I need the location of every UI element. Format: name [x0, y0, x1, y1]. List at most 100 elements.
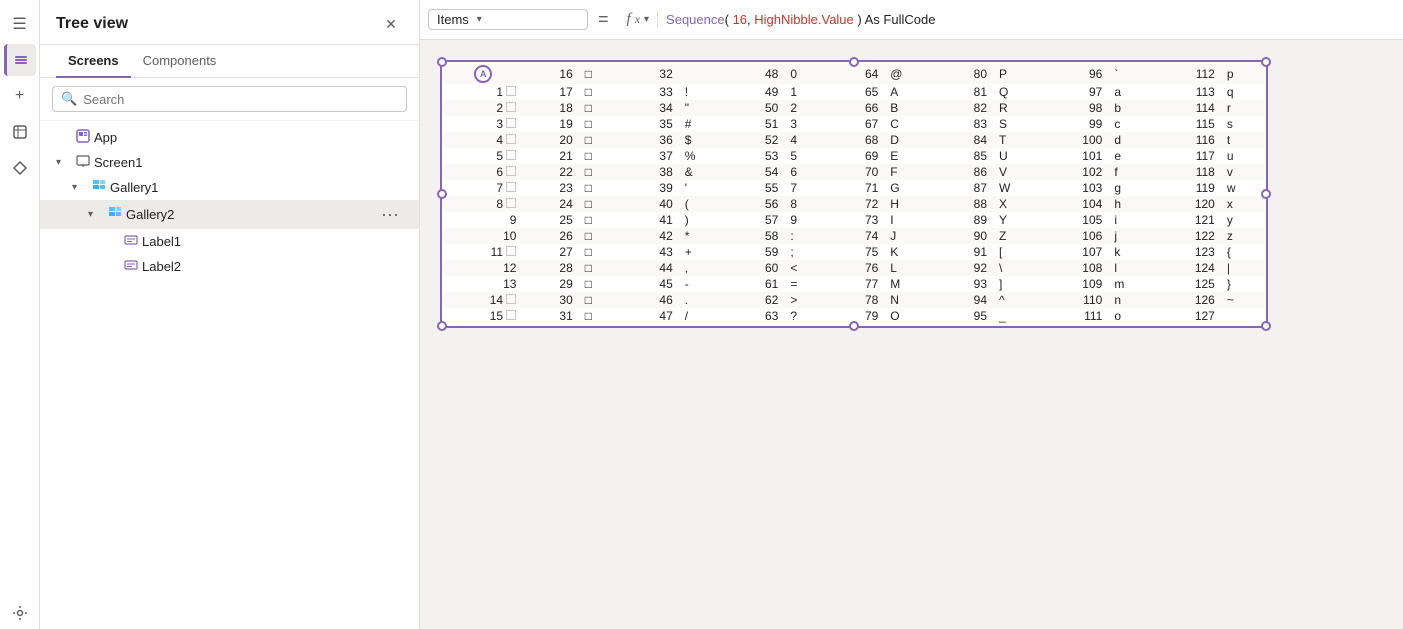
cell-char-col6-row7: g — [1108, 180, 1154, 196]
tree-close-button[interactable]: ✕ — [379, 12, 403, 36]
handle-bottom-center[interactable] — [849, 321, 859, 331]
tab-components[interactable]: Components — [131, 45, 229, 78]
more-options-button[interactable]: ··· — [377, 204, 403, 225]
cell-num-col4-row4: 68 — [826, 132, 884, 148]
cell-char-col7-row9: y — [1221, 212, 1264, 228]
tree-node-label1[interactable]: Label1 — [40, 229, 419, 254]
handle-top-left[interactable] — [437, 57, 447, 67]
cell-num-col2-row1: 33 — [620, 84, 678, 100]
cell-num-col1-row8: 24 — [520, 196, 578, 212]
cell-num-col4-row10: 74 — [826, 228, 884, 244]
tree-node-label2[interactable]: Label2 — [40, 254, 419, 279]
formula-paren-open: ( — [725, 12, 733, 27]
cell-num-col7-row2: 114 — [1154, 100, 1221, 116]
cell-char-col5-row15: _ — [993, 308, 1042, 324]
cell-char-col2-row10: * — [679, 228, 726, 244]
cell-char-col3-row11: ; — [784, 244, 826, 260]
cell-char-col5-row13: ] — [993, 276, 1042, 292]
formula-dropdown[interactable]: Items ▾ — [428, 9, 588, 30]
cell-char-col4-row9: I — [884, 212, 934, 228]
cell-char-col5-row6: V — [993, 164, 1042, 180]
cell-char-col2-row12: , — [679, 260, 726, 276]
hamburger-icon[interactable]: ☰ — [4, 8, 36, 40]
cell-char-col1-row12: □ — [579, 260, 621, 276]
row-cell-col0: 11 — [444, 244, 520, 260]
cell-char-col2-row8: ( — [679, 196, 726, 212]
tree-body: App ▾ Screen1 ▾ — [40, 121, 419, 629]
table-row: 4 20□36$52468D84T100d116t — [444, 132, 1264, 148]
mini-checkbox — [506, 150, 516, 160]
row-cell-col0: 9 — [444, 212, 520, 228]
handle-bottom-right[interactable] — [1261, 321, 1271, 331]
cell-num-col2-row7: 39 — [620, 180, 678, 196]
formula-input[interactable]: Sequence( 16, HighNibble.Value ) As Full… — [658, 12, 1395, 27]
cell-num-col1-row1: 17 — [520, 84, 578, 100]
table-row: 8 24□40(56872H88X104h120x — [444, 196, 1264, 212]
search-input[interactable] — [83, 92, 398, 107]
handle-mid-left[interactable] — [437, 189, 447, 199]
cell-char-col5-row2: R — [993, 100, 1042, 116]
cell-num-col2-row6: 38 — [620, 164, 678, 180]
fx-button[interactable]: fx ▾ — [619, 11, 659, 28]
gallery-widget[interactable]: A16□3248064@80P96`112p1 17□33!49165A81Q9… — [440, 60, 1268, 328]
cell-num-col5-row3: 83 — [935, 116, 993, 132]
cell-char-col5-row3: S — [993, 116, 1042, 132]
cell-char-col7-row10: z — [1221, 228, 1264, 244]
label2-icon — [124, 258, 138, 275]
cell-char-col4-row15: O — [884, 308, 934, 324]
handle-top-center[interactable] — [849, 57, 859, 67]
cell-num-col1-row14: 30 — [520, 292, 578, 308]
cell-num-col4-row2: 66 — [826, 100, 884, 116]
table-row: 1329□45-61=77M93]109m125} — [444, 276, 1264, 292]
tree-header: Tree view ✕ — [40, 0, 419, 45]
cell-num-col1-row12: 28 — [520, 260, 578, 276]
cell-char-col1-row8: □ — [579, 196, 621, 212]
layers-icon[interactable] — [4, 44, 36, 76]
cell-char-col2-row4: $ — [679, 132, 726, 148]
tree-node-app[interactable]: App — [40, 125, 419, 150]
cell-char-col1-row13: □ — [579, 276, 621, 292]
search-box[interactable]: 🔍 — [52, 86, 407, 112]
tab-screens[interactable]: Screens — [56, 45, 131, 78]
table-row: 11 27□43+59;75K91[107k123{ — [444, 244, 1264, 260]
cell-char-col7-row14: ~ — [1221, 292, 1264, 308]
cell-num-col3-row3: 51 — [726, 116, 784, 132]
cell-num-col3-row11: 59 — [726, 244, 784, 260]
cell-num-col7-row5: 117 — [1154, 148, 1221, 164]
component-icon[interactable] — [4, 152, 36, 184]
tree-node-screen1[interactable]: ▾ Screen1 — [40, 150, 419, 175]
cell-char-col1-row14: □ — [579, 292, 621, 308]
cell-char-col2-row6: & — [679, 164, 726, 180]
table-row: 7 23□39'55771G87W103g119w — [444, 180, 1264, 196]
tree-node-gallery2[interactable]: ▾ Gallery2 ··· — [40, 200, 419, 229]
canvas-area[interactable]: A16□3248064@80P96`112p1 17□33!49165A81Q9… — [420, 40, 1403, 629]
plus-icon[interactable]: + — [4, 80, 36, 112]
table-row: 6 22□38&54670F86V102f118v — [444, 164, 1264, 180]
cell-char-col5-row12: \ — [993, 260, 1042, 276]
cube-icon[interactable] — [4, 116, 36, 148]
cell-char-col7-row11: { — [1221, 244, 1264, 260]
tree-node-label1-label: Label1 — [142, 234, 403, 249]
formula-chevron-icon: ▾ — [644, 14, 649, 25]
cell-num-col2-row11: 43 — [620, 244, 678, 260]
cell-char-col3-row12: < — [784, 260, 826, 276]
cell-num-col6-row1: 97 — [1042, 84, 1109, 100]
cell-num-col2-row13: 45 — [620, 276, 678, 292]
formula-number: 16 — [733, 12, 747, 27]
cell-num-col3-row13: 61 — [726, 276, 784, 292]
num-label: 11 — [491, 245, 503, 259]
tree-node-screen1-label: Screen1 — [94, 155, 403, 170]
expand-icon: ▾ — [72, 182, 88, 193]
settings-icon[interactable] — [4, 597, 36, 629]
handle-mid-right[interactable] — [1261, 189, 1271, 199]
handle-bottom-left[interactable] — [437, 321, 447, 331]
cell-num-col1-row6: 22 — [520, 164, 578, 180]
handle-top-right[interactable] — [1261, 57, 1271, 67]
cell-num-col3-row10: 58 — [726, 228, 784, 244]
formula-keyword-sequence: Sequence — [666, 12, 725, 27]
cell-char-col4-row12: L — [884, 260, 934, 276]
cell-num-col3-row2: 50 — [726, 100, 784, 116]
cell-num-col6-row2: 98 — [1042, 100, 1109, 116]
cell-num-col3-row9: 57 — [726, 212, 784, 228]
tree-node-gallery1[interactable]: ▾ Gallery1 — [40, 175, 419, 200]
